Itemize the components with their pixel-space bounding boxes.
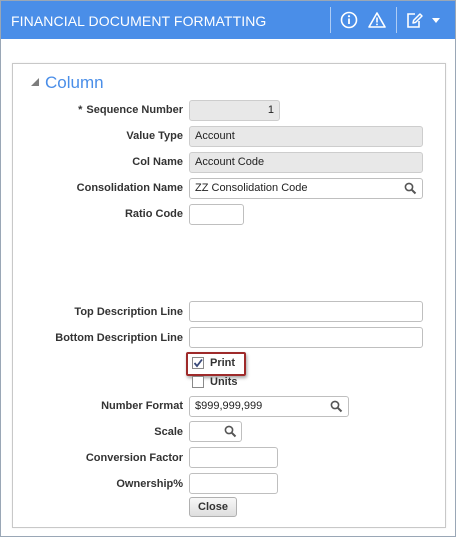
ratio-code-field[interactable] [189, 204, 244, 225]
bottom-description-field[interactable] [189, 327, 423, 348]
number-format-field[interactable]: $999,999,999 [189, 396, 349, 417]
value-type-label: Value Type [126, 130, 183, 142]
section-header[interactable]: Column [29, 73, 104, 93]
top-description-label: Top Description Line [74, 306, 183, 318]
ratio-code-label: Ratio Code [124, 208, 183, 220]
close-button[interactable]: Close [189, 497, 237, 517]
col-name-field[interactable]: Account Code [189, 152, 423, 173]
ownership-label: Ownership% [116, 478, 183, 490]
sequence-number-field[interactable]: 1 [189, 100, 280, 121]
conversion-factor-field[interactable] [189, 447, 278, 468]
window-title: FINANCIAL DOCUMENT FORMATTING [11, 13, 267, 29]
search-icon[interactable] [404, 182, 417, 195]
bottom-description-label: Bottom Description Line [55, 332, 183, 344]
title-bar: FINANCIAL DOCUMENT FORMATTING [1, 1, 455, 39]
units-label: Units [210, 376, 238, 388]
scale-label: Scale [154, 426, 183, 438]
chevron-down-icon[interactable] [429, 10, 443, 30]
toolbar-separator [330, 7, 331, 33]
consolidation-name-label: Consolidation Name [76, 182, 183, 194]
number-format-label: Number Format [101, 400, 183, 412]
print-checkbox[interactable] [192, 357, 204, 369]
toolbar-separator [396, 7, 397, 33]
warning-icon[interactable] [367, 10, 387, 30]
required-marker: * [78, 104, 83, 116]
value-type-field[interactable]: Account [189, 126, 423, 147]
dialog-window: FINANCIAL DOCUMENT FORMATTING Column * S… [0, 0, 456, 537]
search-icon[interactable] [224, 425, 237, 438]
sequence-number-label: * Sequence Number [78, 104, 183, 116]
top-description-field[interactable] [189, 301, 423, 322]
info-icon[interactable] [339, 10, 359, 30]
col-name-label: Col Name [132, 156, 183, 168]
print-label: Print [210, 357, 236, 369]
edit-icon[interactable] [404, 10, 424, 30]
search-icon[interactable] [330, 400, 343, 413]
print-checkbox-row[interactable]: Print [192, 357, 235, 369]
section-title: Column [45, 73, 104, 92]
consolidation-name-value: ZZ Consolidation Code [195, 182, 308, 194]
consolidation-name-field[interactable]: ZZ Consolidation Code [189, 178, 423, 199]
conversion-factor-label: Conversion Factor [85, 452, 183, 464]
scale-field[interactable] [189, 421, 242, 442]
units-checkbox[interactable] [192, 376, 204, 388]
number-format-value: $999,999,999 [195, 400, 263, 412]
ownership-field[interactable] [189, 473, 278, 494]
column-panel: Column * Sequence Number 1 Value Type Acc… [12, 63, 446, 528]
units-checkbox-row[interactable]: Units [192, 376, 238, 388]
collapse-triangle-icon[interactable] [29, 76, 41, 91]
